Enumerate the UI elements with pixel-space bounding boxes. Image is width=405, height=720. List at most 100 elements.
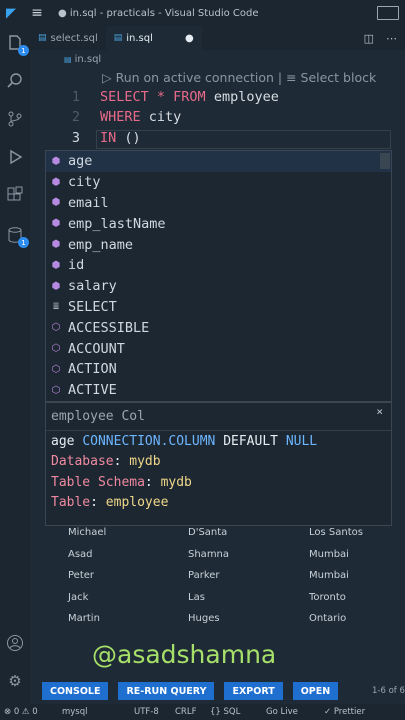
source-control-icon[interactable]: [4, 108, 26, 130]
editor-actions: ◫ ⋯: [364, 26, 405, 50]
table-cell: Mumbai: [309, 570, 349, 581]
suggestion-item[interactable]: ⬡ ACTIVE: [46, 380, 391, 401]
table-cell: Asad: [68, 548, 93, 560]
settings-gear-icon[interactable]: ⚙: [4, 670, 26, 692]
suggestion-item[interactable]: ⬢ email: [46, 193, 391, 214]
open-button[interactable]: OPEN: [292, 682, 339, 700]
schema-label: Table Schema: [51, 474, 145, 490]
column-icon: ⬢: [51, 280, 61, 292]
modified-dot-icon[interactable]: ●: [185, 33, 194, 44]
encoding-status[interactable]: UTF-8: [134, 707, 159, 717]
suggestion-label: emp_lastName: [68, 215, 166, 232]
suggestion-label: id: [68, 257, 85, 274]
line-number: 2: [71, 109, 80, 125]
layout-toggle-icon[interactable]: [377, 6, 399, 20]
suggestion-item[interactable]: ⬢ age: [46, 151, 391, 172]
table-cell: Michael: [68, 527, 107, 538]
language-status[interactable]: {} SQL: [210, 707, 240, 717]
suggestion-label: ACTIVE: [68, 382, 117, 399]
suggestion-item[interactable]: ⬡ ACCOUNT: [46, 338, 391, 359]
sig-type: CONNECTION.COLUMN: [82, 433, 216, 449]
activity-bar: 1 1 ⚙: [0, 26, 30, 704]
close-icon[interactable]: ×: [376, 405, 383, 418]
database-badge: 1: [18, 237, 29, 248]
go-live-status[interactable]: Go Live: [266, 707, 298, 717]
column-icon: ⬢: [51, 239, 61, 251]
menu-icon[interactable]: ≡: [22, 5, 52, 21]
table-cell: Parker: [188, 570, 220, 581]
eol-status[interactable]: CRLF: [175, 707, 196, 717]
extensions-icon[interactable]: [4, 184, 26, 206]
keyword-from: FROM: [173, 89, 206, 105]
table-row[interactable]: Jack Las Toronto: [68, 592, 398, 606]
sig-default: DEFAULT: [215, 433, 286, 449]
problems-status[interactable]: ⊗ 0 ⚠ 0: [4, 707, 38, 717]
details-signature: age CONNECTION.COLUMN DEFAULT NULL: [46, 431, 391, 452]
keyword-icon: ⬡: [51, 363, 61, 375]
breadcrumb-file: in.sql: [74, 54, 102, 65]
code-line-1[interactable]: 1 SELECT * FROM employee: [30, 89, 400, 109]
export-button[interactable]: EXPORT: [224, 682, 283, 700]
suggestion-item[interactable]: ⬢ salary: [46, 276, 391, 297]
suggestion-label: ACCOUNT: [68, 340, 125, 357]
split-editor-icon[interactable]: ◫: [364, 32, 374, 45]
table-cell: Huges: [188, 613, 220, 624]
table-cell: Jack: [68, 591, 89, 603]
table-cell: Ontario: [309, 613, 347, 624]
codelens-run[interactable]: ▷ Run on active connection | ≡ Select bl…: [102, 70, 376, 85]
code-line-2[interactable]: 2 WHERE city: [30, 109, 400, 129]
title-bar: ◤ ≡ ● in.sql - practicals - Visual Studi…: [0, 0, 405, 26]
table-value: employee: [97, 495, 169, 511]
table-row[interactable]: Michael D'Santa Los Santos: [68, 527, 398, 541]
database-file-icon: ▤: [113, 33, 123, 43]
breadcrumb[interactable]: ▤ in.sql: [64, 54, 101, 65]
column-icon: ⬢: [51, 155, 61, 167]
prettier-status[interactable]: ✓ Prettier: [324, 707, 365, 717]
table-row[interactable]: Asad Shamna Mumbai: [68, 549, 398, 563]
more-actions-icon[interactable]: ⋯: [386, 32, 397, 45]
suggestion-item[interactable]: ⬡ ACTION: [46, 359, 391, 380]
search-icon[interactable]: [4, 70, 26, 92]
suggestion-item[interactable]: ⬢ emp_name: [46, 234, 391, 255]
suggestion-item[interactable]: ⬢ id: [46, 255, 391, 276]
column-icon: ⬢: [51, 218, 61, 230]
status-bar: ⊗ 0 ⚠ 0 mysql UTF-8 CRLF {} SQL Go Live …: [0, 704, 405, 720]
table-cell: Mumbai: [309, 548, 349, 560]
tab-select-sql[interactable]: ▤ select.sql: [30, 26, 106, 50]
sig-null: NULL: [285, 433, 318, 449]
account-icon[interactable]: [4, 632, 26, 654]
database-label: Database: [51, 454, 114, 470]
database-file-icon: ▤: [64, 55, 72, 64]
line-number: 1: [71, 89, 80, 105]
run-debug-icon[interactable]: [4, 146, 26, 168]
keyword-select: SELECT: [100, 89, 149, 105]
table-cell: Toronto: [309, 591, 346, 603]
table-cell: Los Santos: [309, 527, 363, 538]
suggestion-item[interactable]: ≣ SELECT: [46, 297, 391, 318]
suggestion-scrollbar[interactable]: [380, 153, 390, 169]
tab-label: select.sql: [50, 32, 98, 44]
connection-status[interactable]: mysql: [62, 707, 88, 717]
column-icon: ⬢: [51, 259, 61, 271]
code-line-3[interactable]: 3 IN (): [30, 130, 400, 150]
table-cell: Las: [188, 591, 205, 603]
table-cell: Martin: [68, 613, 100, 624]
explorer-icon[interactable]: 1: [4, 32, 29, 56]
table-row[interactable]: Peter Parker Mumbai: [68, 570, 398, 584]
details-table: Table: employee: [51, 495, 169, 511]
suggestion-item[interactable]: ⬢ city: [46, 172, 391, 193]
tab-in-sql[interactable]: ▤ in.sql ●: [105, 26, 202, 50]
suggestion-label: salary: [68, 278, 117, 295]
table-row[interactable]: Martin Huges Ontario: [68, 613, 398, 627]
table-cell: Peter: [68, 570, 95, 581]
rerun-query-button[interactable]: RE-RUN QUERY: [118, 682, 215, 700]
console-button[interactable]: CONSOLE: [42, 682, 109, 700]
database-icon[interactable]: 1: [4, 224, 29, 248]
suggestion-item[interactable]: ⬢ emp_lastName: [46, 213, 391, 234]
suggestion-item[interactable]: ⬡ ACCESSIBLE: [46, 317, 391, 338]
table-label: Table: [51, 495, 91, 511]
database-file-icon: ▤: [38, 33, 47, 43]
keyword-icon: ⬡: [51, 384, 61, 396]
keyword-icon: ⬡: [51, 343, 61, 355]
column-icon: ⬢: [51, 197, 61, 209]
